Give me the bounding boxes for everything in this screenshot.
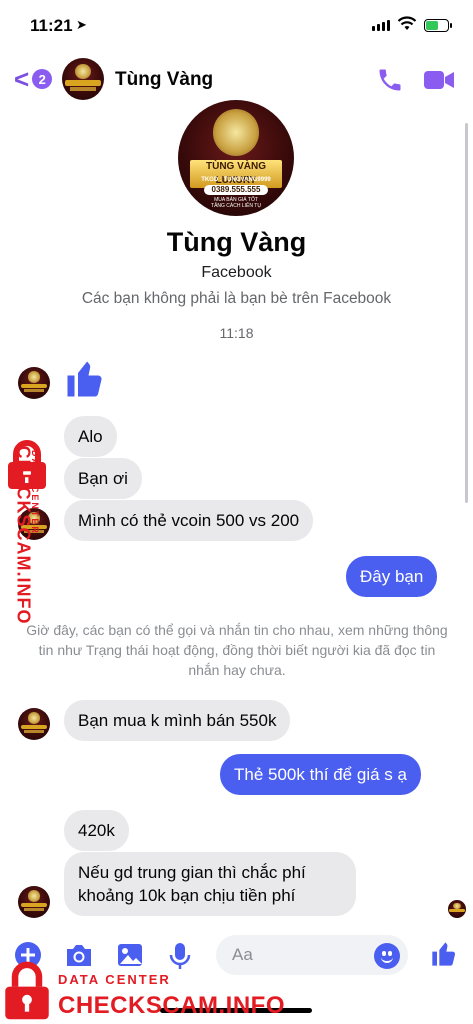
watermark-brand: CHECKSCAM.INFO: [58, 992, 285, 1019]
incoming-message[interactable]: Alo: [64, 416, 117, 457]
location-arrow-icon: ➤: [76, 17, 87, 32]
cellular-signal-icon: [372, 20, 390, 31]
thumbs-up-icon: [67, 361, 102, 397]
sender-avatar[interactable]: [18, 367, 50, 399]
status-bar: 11:21 ➤: [0, 0, 473, 52]
incoming-message[interactable]: Bạn ơi: [64, 458, 142, 499]
wifi-icon: [397, 16, 417, 30]
watermark-side: DATA CENTER CHECKSCAM.INFO: [2, 440, 58, 670]
outgoing-message[interactable]: Thẻ 500k thí để giá s ạ: [220, 754, 421, 795]
avatar-logo-tkgd: TKGD : TUNGVANG9999: [201, 176, 271, 183]
battery-icon: [424, 19, 452, 32]
avatar-logo-sub: MUA BÁN GIÁ TỐT TĂNG CÁCH LIÊN TỤ: [201, 197, 271, 209]
sender-avatar[interactable]: [18, 708, 50, 740]
profile-name: Tùng Vàng: [166, 227, 307, 257]
profile-source: Facebook: [201, 264, 272, 281]
status-time: 11:21: [30, 16, 73, 35]
unread-badge: 2: [32, 69, 53, 89]
profile-avatar[interactable]: TÙNG VÀNG LUXURY TKGD : TUNGVANG9999 038…: [178, 100, 294, 216]
watermark-brand: CHECKSCAM.INFO: [13, 445, 34, 625]
watermark-bottom: DATA CENTER CHECKSCAM.INFO: [0, 960, 300, 1024]
emoji-icon[interactable]: [374, 943, 400, 969]
watermark-label: DATA CENTER: [58, 972, 171, 987]
contact-avatar[interactable]: [62, 58, 104, 100]
chevron-left-icon: <: [14, 64, 30, 94]
message-timestamp: 11:18: [219, 325, 254, 341]
incoming-message[interactable]: Mình có thẻ vcoin 500 vs 200: [64, 500, 314, 541]
outgoing-message[interactable]: Đây bạn: [346, 556, 438, 597]
profile-note: Các bạn không phải là bạn bè trên Facebo…: [81, 290, 392, 307]
contact-name[interactable]: Tùng Vàng: [115, 69, 213, 91]
sender-avatar[interactable]: [18, 886, 50, 918]
thumbs-up-icon[interactable]: [430, 940, 458, 968]
incoming-message[interactable]: Bạn mua k mình bán 550k: [64, 700, 291, 741]
back-button[interactable]: < 2: [14, 64, 53, 94]
read-receipt-avatar: [448, 900, 466, 918]
avatar-logo-sub-2: TĂNG CÁCH LIÊN TỤ: [211, 203, 261, 210]
system-note: Giờ đây, các bạn có thể gọi và nhắn tin …: [26, 622, 448, 678]
avatar-logo-phone: 0389.555.555: [203, 184, 269, 195]
incoming-message[interactable]: Nếu gd trung gian thì chắc phí khoảng 10…: [64, 852, 356, 916]
video-call-icon[interactable]: [423, 68, 455, 92]
scrollbar[interactable]: [465, 123, 468, 503]
phone-call-icon[interactable]: [376, 66, 404, 94]
incoming-message[interactable]: 420k: [64, 810, 129, 851]
lock-icon: [5, 961, 49, 1020]
